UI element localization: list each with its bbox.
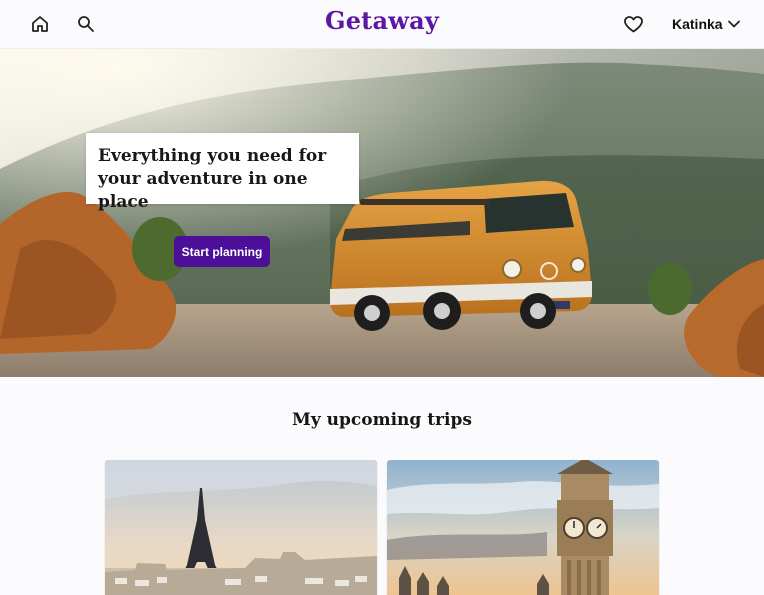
heart-icon[interactable] (621, 12, 645, 36)
brand-logo[interactable]: Getaway (0, 6, 764, 35)
eiffel-tower-photo (105, 460, 377, 595)
campervan (330, 180, 592, 331)
section-title-upcoming-trips: My upcoming trips (292, 410, 472, 430)
start-planning-button[interactable]: Start planning (174, 236, 270, 267)
trip-card-london[interactable] (387, 460, 659, 595)
chevron-down-icon (727, 20, 740, 28)
top-navigation: Getaway Katinka (0, 0, 764, 49)
big-ben-photo (387, 460, 659, 595)
hero-headline: Everything you need for your adventure i… (98, 146, 327, 212)
hero-callout: Everything you need for your adventure i… (86, 133, 359, 212)
trip-card-paris[interactable] (105, 460, 377, 595)
hero-banner: Everything you need for your adventure i… (0, 49, 764, 377)
user-name: Katinka (672, 16, 723, 32)
user-menu[interactable]: Katinka (672, 15, 741, 33)
